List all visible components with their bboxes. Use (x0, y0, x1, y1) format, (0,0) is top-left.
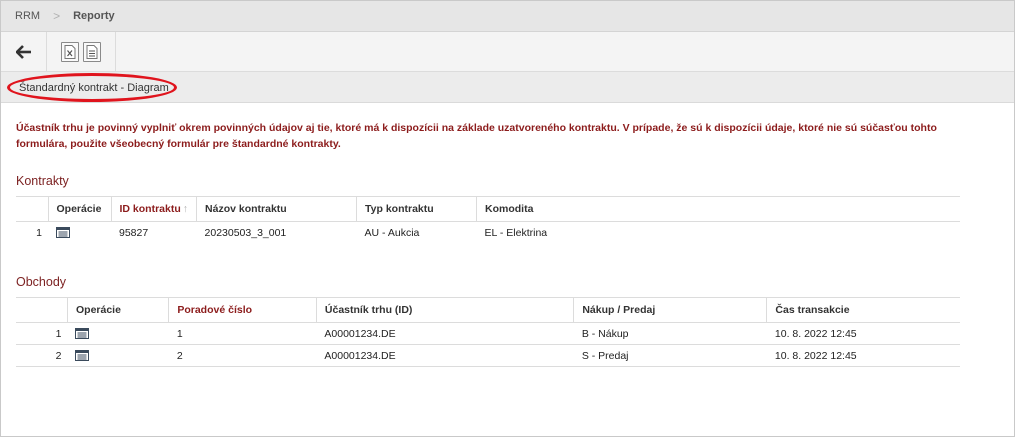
export-buttons (47, 31, 116, 72)
operations-cell (67, 322, 169, 345)
column-header-order-number[interactable]: Poradové číslo (168, 297, 317, 323)
contract-id-cell: 95827 (119, 226, 149, 239)
tab-bar: Štandardný kontrakt - Diagram (1, 72, 1014, 103)
sort-ascending-icon: ↑ (182, 203, 189, 215)
column-header-transaction-time[interactable]: Čas transakcie (766, 297, 960, 323)
document-export-icon (86, 44, 98, 59)
back-button[interactable] (1, 31, 47, 72)
row-index: 1 (36, 226, 42, 239)
table-row: 1 95827 20230503_3_001 AU - Aukcia EL - … (16, 222, 960, 244)
contract-id-header-label: ID kontraktu (119, 203, 181, 215)
contracts-header-row: Operácie ID kontraktu ↑ Názov kontraktu T… (16, 196, 960, 222)
column-header-index (16, 297, 68, 323)
export-document-button[interactable] (83, 41, 101, 62)
excel-export-icon (64, 44, 76, 59)
row-index: 2 (16, 344, 68, 367)
breadcrumb-separator: > (53, 9, 61, 23)
column-header-contract-name[interactable]: Názov kontraktu (196, 196, 357, 222)
order-number-cell: 2 (168, 344, 317, 367)
detail-list-icon[interactable] (75, 350, 90, 362)
breadcrumb-root[interactable]: RRM (15, 10, 40, 22)
notice-text: Účastník trhu je povinný vyplniť okrem p… (16, 122, 937, 150)
column-header-contract-id[interactable]: ID kontraktu ↑ (110, 196, 197, 222)
contracts-table: Operácie ID kontraktu ↑ Názov kontraktu T… (16, 196, 960, 244)
breadcrumb: RRM > Reporty (1, 1, 1014, 32)
column-header-index (16, 196, 48, 222)
participant-cell: A00001234.DE (316, 322, 574, 345)
breadcrumb-current: Reporty (73, 10, 115, 22)
table-row: 1 1 A00001234.DE B - Nákup 10. 8. 2022 1… (16, 322, 960, 345)
report-window: RRM > Reporty Štandardný kontrakt - Diag… (0, 0, 1015, 437)
row-index: 1 (16, 322, 68, 345)
commodity-cell: EL - Elektrina (484, 226, 548, 239)
buy-sell-cell: S - Predaj (573, 344, 767, 367)
arrow-left-icon (15, 44, 31, 59)
operations-cell (67, 344, 169, 367)
transaction-time-cell: 10. 8. 2022 12:45 (766, 322, 960, 345)
export-excel-button[interactable] (61, 41, 79, 62)
highlight-ellipse (7, 73, 177, 102)
buy-sell-cell: B - Nákup (573, 322, 767, 345)
column-header-operations: Operácie (66, 297, 169, 323)
detail-list-icon[interactable] (75, 328, 90, 340)
transaction-time-cell: 10. 8. 2022 12:45 (766, 344, 960, 367)
column-header-commodity[interactable]: Komodita (476, 196, 960, 222)
table-row: 2 2 A00001234.DE S - Predaj 10. 8. 2022 … (16, 344, 960, 367)
toolbar (1, 31, 1014, 72)
column-header-participant[interactable]: Účastník trhu (ID) (315, 297, 574, 323)
contracts-section-title: Kontrakty (16, 174, 69, 188)
trades-section-title: Obchody (16, 275, 67, 289)
operations-cell (48, 222, 111, 244)
contract-name-cell: 20230503_3_001 (204, 226, 287, 239)
column-header-buy-sell[interactable]: Nákup / Predaj (573, 297, 767, 323)
participant-cell: A00001234.DE (316, 344, 574, 367)
contract-type-cell: AU - Aukcia (364, 226, 420, 239)
trades-header-row: Operácie Poradové číslo Účastník trhu (I… (16, 297, 960, 323)
column-header-contract-type[interactable]: Typ kontraktu (356, 196, 477, 222)
trades-table: Operácie Poradové číslo Účastník trhu (I… (16, 297, 960, 367)
column-header-operations: Operácie (47, 196, 111, 222)
detail-list-icon[interactable] (56, 227, 70, 239)
order-number-cell: 1 (168, 322, 317, 345)
